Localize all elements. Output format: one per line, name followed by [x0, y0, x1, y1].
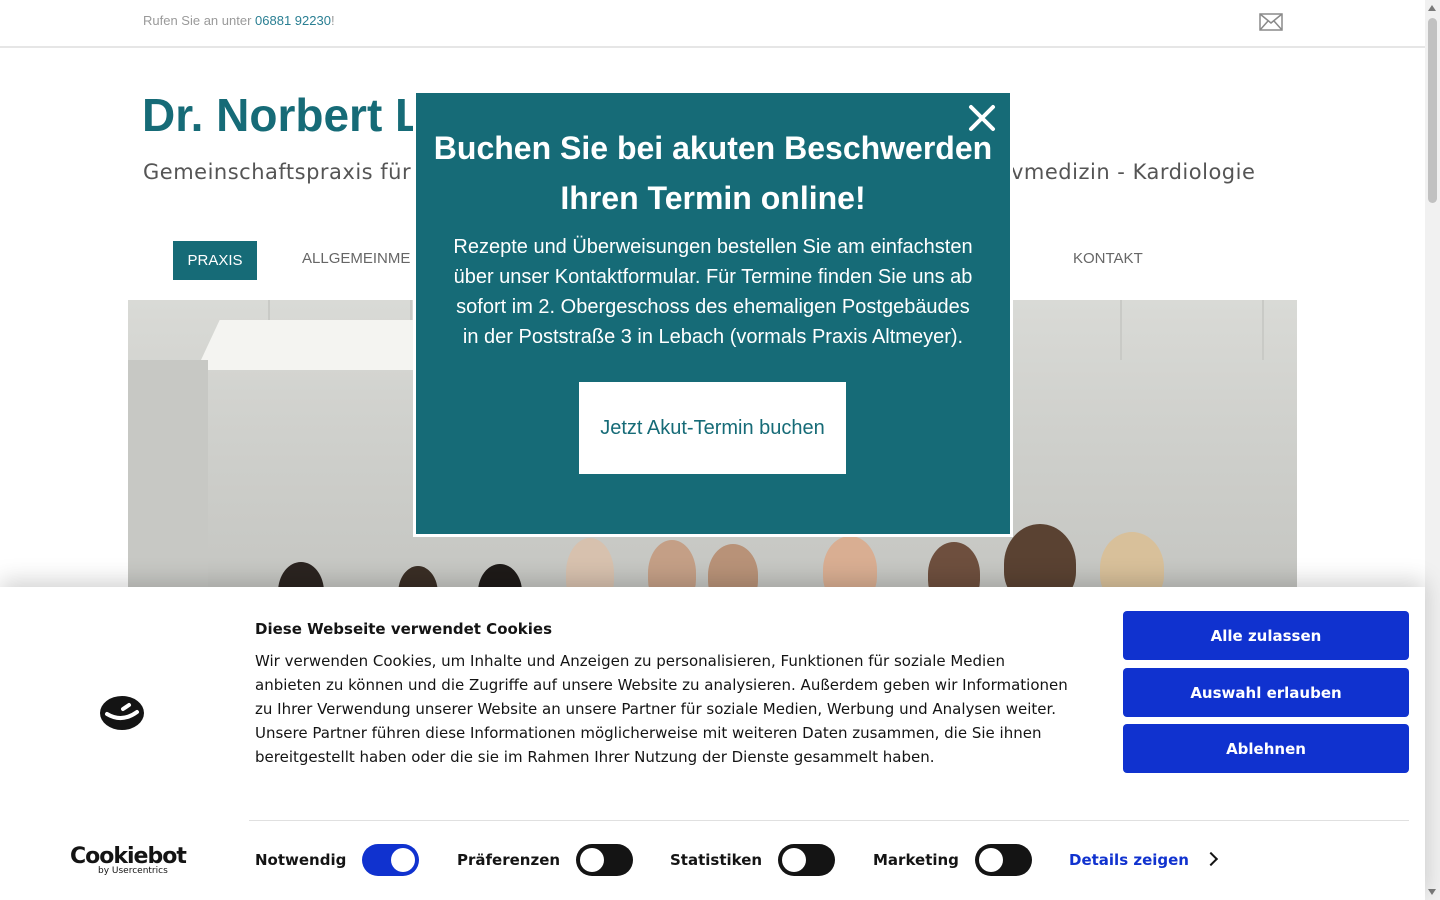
cookie-text: Wir verwenden Cookies, um Inhalte und An…: [255, 652, 1068, 766]
chevron-right-icon[interactable]: [1203, 851, 1219, 867]
toggle-preferences[interactable]: [576, 844, 633, 876]
nav-item-kontakt[interactable]: KONTAKT: [1073, 250, 1143, 267]
scroll-up-arrow-icon[interactable]: [1428, 5, 1436, 11]
top-bar: Rufen Sie an unter 06881 92230!: [0, 0, 1425, 48]
toggle-label-preferences: Präferenzen: [457, 851, 561, 869]
scrollbar[interactable]: [1425, 0, 1440, 900]
toggle-label-necessary: Notwendig: [255, 851, 347, 869]
allow-selection-button[interactable]: Auswahl erlauben: [1123, 668, 1409, 717]
toggle-marketing[interactable]: [975, 844, 1032, 876]
call-suffix: !: [330, 13, 335, 28]
booking-popup: Buchen Sie bei akuten Beschwerden Ihren …: [416, 93, 1010, 534]
cookie-banner: Cookiebot by Usercentrics Diese Webseite…: [0, 587, 1425, 900]
scroll-down-arrow-icon[interactable]: [1428, 889, 1436, 895]
cookie-title: Diese Webseite verwendet Cookies: [255, 620, 553, 638]
popup-title: Buchen Sie bei akuten Beschwerden Ihren …: [433, 130, 993, 216]
phone-link[interactable]: 06881 92230: [255, 13, 331, 28]
site-subtitle-end: vmedizin - Kardiologie: [1011, 160, 1256, 184]
envelope-icon[interactable]: [1259, 13, 1283, 31]
decline-button[interactable]: Ablehnen: [1123, 724, 1409, 773]
divider: [249, 820, 1409, 821]
popup-text: Rezepte und Überweisungen bestellen Sie …: [453, 236, 973, 348]
wall: [128, 360, 208, 600]
call-text: Rufen Sie an unter 06881 92230!: [143, 13, 335, 28]
call-prefix: Rufen Sie an unter: [143, 13, 256, 28]
allow-all-button[interactable]: Alle zulassen: [1123, 611, 1409, 660]
cookiebot-logo-icon: [100, 696, 144, 730]
nav-item-allgemeinmedizin[interactable]: ALLGEMEINME: [302, 250, 410, 267]
site-title[interactable]: Dr. Norbert La: [142, 88, 449, 142]
toggle-necessary[interactable]: [362, 844, 419, 876]
toggle-statistics[interactable]: [778, 844, 835, 876]
nav-item-praxis[interactable]: PRAXIS: [173, 241, 257, 280]
ceiling-light: [196, 320, 450, 370]
show-details-link[interactable]: Details zeigen: [1069, 851, 1189, 869]
scrollbar-thumb[interactable]: [1428, 18, 1437, 203]
cookiebot-brand-sub: by Usercentrics: [98, 866, 168, 876]
toggle-label-statistics: Statistiken: [670, 851, 763, 869]
toggle-label-marketing: Marketing: [873, 851, 959, 869]
site-subtitle: Gemeinschaftspraxis für A: [143, 160, 434, 184]
book-appointment-button[interactable]: Jetzt Akut-Termin buchen: [579, 382, 846, 474]
